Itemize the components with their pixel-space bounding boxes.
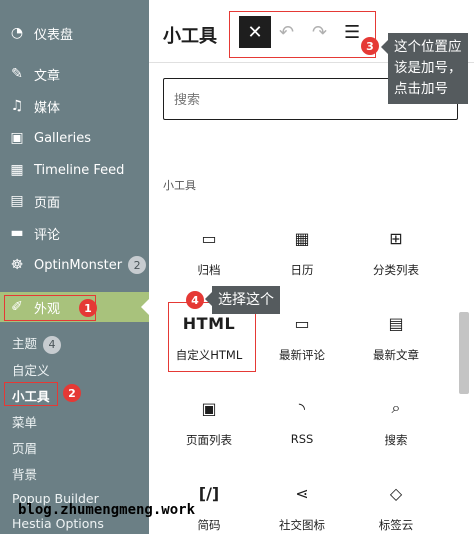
tooltip-arrow (205, 292, 212, 306)
block-archives[interactable]: ▭ 归档 (164, 226, 254, 278)
block-categories[interactable]: ⊞ 分类列表 (351, 226, 441, 278)
gallery-icon: ▣ (10, 130, 24, 146)
submenu-item-background[interactable]: 背景 (12, 464, 37, 483)
sidebar-item-posts[interactable]: ✎ 文章 (0, 59, 149, 89)
widgets-screen: ◔ 仪表盘 ✎ 文章 ♫ 媒体 ▣ Galleries ▦ Timeline F… (0, 0, 474, 534)
share-icon: ⋖ (295, 483, 309, 503)
submenu-item-themes[interactable]: 主题 4 (12, 333, 62, 354)
sidebar-item-galleries[interactable]: ▣ Galleries (0, 123, 149, 153)
dashboard-icon: ◔ (10, 25, 24, 41)
block-label: 归档 (197, 263, 221, 277)
page-title: 小工具 (163, 26, 217, 47)
search-icon: ⌕ (391, 398, 401, 417)
sidebar-item-timeline-feed[interactable]: ▦ Timeline Feed (0, 155, 149, 185)
block-rss[interactable]: ◝ RSS (257, 396, 347, 447)
block-latest-comments[interactable]: ▭ 最新评论 (257, 311, 347, 363)
media-icon: ♫ (10, 98, 24, 114)
sidebar-item-comments[interactable]: ▬ 评论 (0, 218, 149, 248)
submenu-label: 主题 (12, 336, 38, 351)
rss-icon: ◝ (298, 398, 306, 418)
submenu-item-header[interactable]: 页眉 (12, 438, 37, 457)
block-label: 最新文章 (373, 348, 419, 362)
pin-icon: ✎ (11, 66, 23, 82)
sidebar-item-optinmonster[interactable]: ☸ OptinMonster 2 (0, 250, 149, 280)
block-label: 简码 (197, 518, 221, 532)
annotation-tooltip-4: 选择这个 (212, 286, 280, 314)
annotation-box-widgets (4, 382, 58, 406)
page-icon: ▤ (10, 193, 24, 209)
calendar-icon: ▦ (10, 162, 24, 178)
watermark: blog.zhumengmeng.work (18, 502, 196, 518)
grid-icon: ⊞ (389, 228, 403, 248)
annotation-box-toolbar (229, 11, 376, 58)
block-latest-posts[interactable]: ▤ 最新文章 (351, 311, 441, 363)
submenu-item-menus[interactable]: 菜单 (12, 412, 37, 431)
sidebar-item-label: 媒体 (34, 100, 61, 116)
annotation-tooltip-3: 这个位置应该是加号，点击加号 (388, 33, 468, 104)
search-input[interactable] (174, 90, 414, 110)
sidebar-item-dashboard[interactable]: ◔ 仪表盘 (0, 18, 149, 48)
block-label: 搜索 (384, 433, 408, 447)
annotation-number-4: 4 (186, 291, 204, 309)
tooltip-arrow (381, 40, 388, 54)
annotation-number-2: 2 (63, 384, 81, 402)
tag-icon: ◇ (389, 483, 403, 503)
block-search[interactable]: ⌕ 搜索 (351, 396, 441, 448)
sidebar-item-label: 页面 (34, 195, 61, 211)
sidebar-item-label: OptinMonster (34, 257, 123, 273)
section-label: 小工具 (163, 179, 196, 192)
sidebar-item-label: 评论 (34, 227, 61, 243)
block-tag-cloud[interactable]: ◇ 标签云 (351, 481, 441, 533)
sidebar-item-label: Timeline Feed (34, 162, 125, 178)
sidebar-item-label: Galleries (34, 130, 91, 146)
list-icon: ▤ (388, 313, 404, 333)
block-label: RSS (290, 432, 314, 446)
block-calendar[interactable]: ▦ 日历 (257, 226, 347, 278)
sidebar-item-pages[interactable]: ▤ 页面 (0, 186, 149, 216)
submenu-item-customize[interactable]: 自定义 (12, 360, 50, 379)
block-label: 页面列表 (186, 433, 232, 447)
sidebar-item-label: 文章 (34, 68, 61, 84)
annotation-number-3: 3 (361, 37, 379, 55)
block-label: 分类列表 (373, 263, 419, 277)
calendar-icon: ▦ (294, 228, 310, 248)
count-badge: 2 (128, 256, 147, 274)
admin-sidebar: ◔ 仪表盘 ✎ 文章 ♫ 媒体 ▣ Galleries ▦ Timeline F… (0, 0, 149, 534)
block-label: 日历 (290, 263, 314, 277)
annotation-number-1: 1 (79, 299, 97, 317)
block-label: 标签云 (378, 518, 414, 532)
block-label: 社交图标 (279, 518, 325, 532)
sidebar-item-media[interactable]: ♫ 媒体 (0, 91, 149, 121)
sidebar-item-label: 仪表盘 (34, 27, 74, 43)
scrollbar-thumb[interactable] (459, 312, 469, 394)
comment-icon: ▭ (294, 313, 310, 333)
submenu-item-hestia-options[interactable]: Hestia Options (12, 516, 104, 531)
comment-icon: ▬ (10, 225, 24, 241)
pages-icon: ▣ (201, 398, 217, 418)
block-label: 最新评论 (279, 348, 325, 362)
block-page-list[interactable]: ▣ 页面列表 (164, 396, 254, 448)
count-badge: 4 (43, 335, 62, 354)
folder-icon: ▭ (201, 228, 217, 248)
monster-icon: ☸ (10, 257, 24, 273)
block-social-icons[interactable]: ⋖ 社交图标 (257, 481, 347, 533)
